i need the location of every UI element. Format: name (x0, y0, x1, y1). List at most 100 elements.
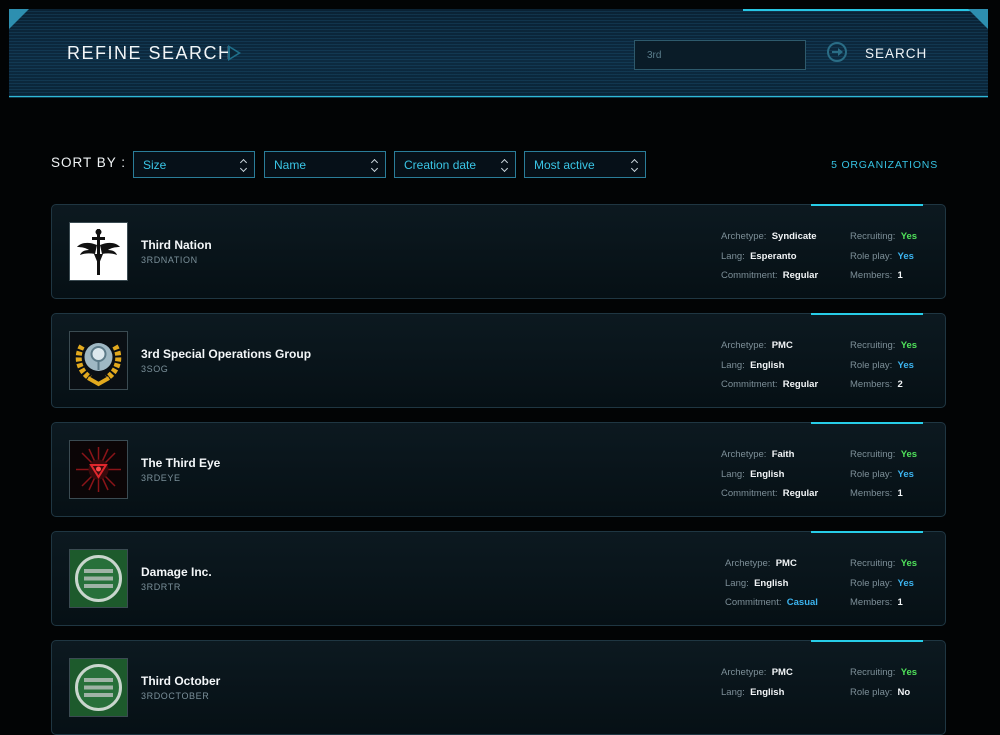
org-name: Damage Inc. (141, 565, 212, 579)
commitment-label: Commitment: (721, 488, 778, 500)
card-accent-line (811, 204, 923, 206)
archetype-value: PMC (771, 667, 793, 678)
org-card[interactable]: Third Nation 3RDNATION Archetype: Syndic… (51, 204, 946, 299)
recruiting-value: Yes (900, 449, 918, 460)
recruiting-value: Yes (900, 558, 918, 569)
members-label: Members: (850, 597, 893, 609)
roleplay-label: Role play: (850, 359, 893, 371)
roleplay-value: No (897, 686, 911, 698)
lang-label: Lang: (721, 686, 745, 698)
members-value: 1 (897, 270, 903, 282)
lang-label: Lang: (721, 250, 745, 262)
members-value: 2 (897, 379, 903, 391)
results-count: 5 ORGANIZATIONS (831, 159, 938, 171)
laurel-globe-icon (69, 331, 128, 390)
chevron-updown-icon (371, 158, 379, 172)
sort-select-most-active[interactable]: Most active (524, 151, 646, 178)
members-value: 1 (897, 597, 903, 609)
org-card[interactable]: Damage Inc. 3RDRTR Archetype: PMC Lang: … (51, 531, 946, 626)
org-stats-right: Recruiting: Yes Role play: Yes Members: … (850, 336, 917, 395)
org-stats-left: Archetype: Syndicate Lang: Esperanto Com… (721, 227, 818, 286)
archetype-label: Archetype: (721, 449, 767, 460)
org-card[interactable]: Third October 3RDOCTOBER Archetype: PMC … (51, 640, 946, 735)
select-value: Size (143, 158, 167, 172)
lang-value: Esperanto (750, 250, 797, 262)
refine-search-header: REFINE SEARCH SEARCH (9, 9, 988, 97)
commitment-label: Commitment: (721, 270, 778, 282)
org-stats-right: Recruiting: Yes Role play: No (850, 663, 917, 702)
members-label: Members: (850, 488, 893, 500)
search-button-label: SEARCH (865, 46, 928, 61)
org-name: Third October (141, 674, 221, 688)
org-sid: 3SOG (141, 364, 169, 374)
card-accent-line (811, 422, 923, 424)
org-stats-left: Archetype: PMC Lang: English Commitment:… (725, 554, 818, 613)
lang-label: Lang: (725, 577, 749, 589)
arrow-circle-icon (827, 42, 847, 62)
archetype-value: PMC (775, 558, 797, 569)
card-accent-line (811, 640, 923, 642)
commitment-value: Regular (782, 270, 819, 282)
org-sid: 3RDEYE (141, 473, 181, 483)
green-stripes-icon (69, 658, 128, 717)
roleplay-value: Yes (897, 250, 914, 262)
chevron-updown-icon (501, 158, 509, 172)
members-label: Members: (850, 379, 893, 391)
search-button[interactable]: SEARCH (827, 40, 927, 70)
sort-select-size[interactable]: Size (133, 151, 255, 178)
lang-value: English (750, 468, 785, 480)
winged-sword-icon (69, 222, 128, 281)
commitment-value: Regular (782, 379, 819, 391)
org-card[interactable]: The Third Eye 3RDEYE Archetype: Faith La… (51, 422, 946, 517)
corner-ornament (968, 9, 988, 29)
recruiting-value: Yes (900, 667, 918, 678)
lang-label: Lang: (721, 468, 745, 480)
select-value: Most active (534, 158, 595, 172)
org-stats-left: Archetype: Faith Lang: English Commitmen… (721, 445, 818, 504)
recruiting-value: Yes (900, 340, 918, 351)
sort-by-label: SORT BY : (51, 155, 127, 170)
org-name: 3rd Special Operations Group (141, 347, 312, 361)
search-input[interactable] (634, 40, 806, 70)
org-stats-right: Recruiting: Yes Role play: Yes Members: … (850, 554, 917, 613)
lang-value: English (754, 577, 789, 589)
roleplay-value: Yes (897, 359, 914, 371)
archetype-label: Archetype: (721, 231, 767, 242)
org-sid: 3RDNATION (141, 255, 198, 265)
roleplay-value: Yes (897, 577, 914, 589)
org-name: The Third Eye (141, 456, 221, 470)
chevron-updown-icon (631, 158, 639, 172)
recruiting-label: Recruiting: (850, 449, 896, 460)
corner-ornament (9, 9, 29, 29)
lang-label: Lang: (721, 359, 745, 371)
roleplay-value: Yes (897, 468, 914, 480)
archetype-value: PMC (771, 340, 793, 351)
red-eye-icon (69, 440, 128, 499)
org-card[interactable]: 3rd Special Operations Group 3SOG Archet… (51, 313, 946, 408)
org-sid: 3RDRTR (141, 582, 181, 592)
recruiting-label: Recruiting: (850, 667, 896, 678)
commitment-label: Commitment: (721, 379, 778, 391)
roleplay-label: Role play: (850, 686, 893, 698)
archetype-value: Faith (771, 449, 795, 460)
card-accent-line (811, 313, 923, 315)
archetype-value: Syndicate (771, 231, 817, 242)
org-stats-left: Archetype: PMC Lang: English (721, 663, 793, 702)
sort-select-name[interactable]: Name (264, 151, 386, 178)
org-stats-right: Recruiting: Yes Role play: Yes Members: … (850, 445, 917, 504)
sort-select-creation-date[interactable]: Creation date (394, 151, 516, 178)
play-arrow-icon (228, 45, 241, 61)
commitment-value: Regular (782, 488, 819, 500)
org-stats-right: Recruiting: Yes Role play: Yes Members: … (850, 227, 917, 286)
select-value: Name (274, 158, 307, 172)
recruiting-label: Recruiting: (850, 231, 896, 242)
refine-search-title: REFINE SEARCH (67, 43, 233, 63)
select-value: Creation date (404, 158, 477, 172)
org-stats-left: Archetype: PMC Lang: English Commitment:… (721, 336, 818, 395)
archetype-label: Archetype: (721, 667, 767, 678)
card-accent-line (811, 531, 923, 533)
members-value: 1 (897, 488, 903, 500)
org-name: Third Nation (141, 238, 212, 252)
lang-value: English (750, 359, 785, 371)
recruiting-value: Yes (900, 231, 918, 242)
